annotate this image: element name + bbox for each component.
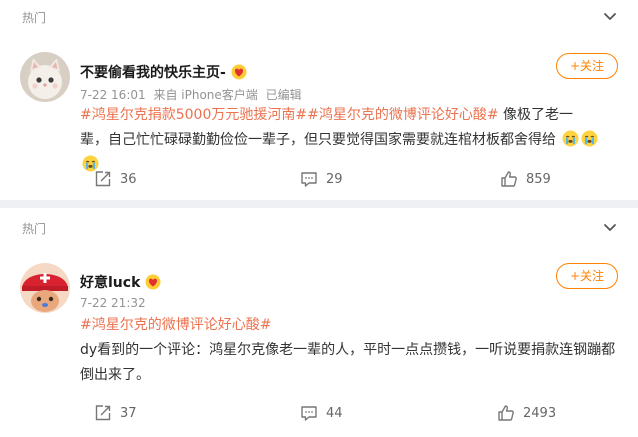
- like-button[interactable]: 859: [500, 170, 551, 188]
- comment-icon: [301, 406, 317, 421]
- thumbs-up-icon: [501, 171, 517, 187]
- repost-icon: [95, 171, 111, 187]
- comment-button[interactable]: 44: [300, 404, 343, 422]
- comment-button[interactable]: 29: [300, 170, 343, 188]
- section-label-hot: 热门: [22, 11, 47, 25]
- post-body: #鸿星尔克的微博评论好心酸# dy看到的一个评论：鸿星尔克像老一辈的人，平时一点…: [80, 313, 615, 388]
- username-text[interactable]: 好意luck: [80, 275, 140, 291]
- weibo-post-card: 热门 好意luck 7-22 21:32 +关注 #鸿星尔克的微博评论好心酸# …: [0, 208, 638, 437]
- hashtag-link[interactable]: #鸿星尔克的微博评论好心酸#: [307, 107, 498, 123]
- comment-count: 44: [326, 405, 343, 421]
- repost-button[interactable]: 37: [94, 404, 137, 422]
- weibo-post-card: 热门 不要偷看我的快乐主页- 7-22 16:01 来自 iPhone客户端 已…: [0, 0, 638, 200]
- crying-face-icon: [562, 130, 579, 147]
- like-count: 2493: [523, 405, 557, 421]
- thumbs-up-icon: [498, 405, 514, 421]
- avatar[interactable]: [20, 52, 70, 102]
- username[interactable]: 好意luck: [80, 272, 161, 292]
- repost-icon: [95, 405, 111, 421]
- post-time[interactable]: 7-22 16:01: [80, 88, 146, 102]
- post-body: #鸿星尔克捐款5000万元驰援河南##鸿星尔克的微博评论好心酸# 像极了老一辈，…: [80, 103, 600, 178]
- comment-icon: [301, 172, 317, 187]
- like-button[interactable]: 2493: [497, 404, 556, 422]
- edited-label[interactable]: 已编辑: [266, 88, 302, 102]
- post-time[interactable]: 7-22 21:32: [80, 296, 146, 310]
- username[interactable]: 不要偷看我的快乐主页-: [80, 62, 247, 82]
- section-label-hot: 热门: [22, 222, 47, 236]
- comment-count: 29: [326, 171, 343, 187]
- post-meta: 7-22 21:32: [80, 296, 150, 310]
- follow-button[interactable]: +关注: [556, 53, 618, 79]
- post-source: 来自 iPhone客户端: [153, 88, 258, 102]
- plus-icon: +: [569, 59, 581, 73]
- post-text-line: dy看到的一个评论：鸿星尔克像老一辈的人，平时一点点攒钱，一听说要捐款连钢蹦都: [80, 342, 616, 358]
- like-count: 859: [526, 171, 551, 187]
- username-text[interactable]: 不要偷看我的快乐主页-: [80, 65, 226, 81]
- vip-heart-badge-icon: [231, 64, 247, 80]
- plus-icon: +: [569, 269, 581, 283]
- post-text-line: 倒出来了。: [80, 367, 150, 383]
- crying-face-icon: [581, 130, 598, 147]
- hashtag-link[interactable]: #鸿星尔克捐款5000万元驰援河南#: [80, 107, 307, 123]
- hashtag-link[interactable]: #鸿星尔克的微博评论好心酸#: [80, 317, 271, 333]
- repost-button[interactable]: 36: [94, 170, 137, 188]
- repost-count: 37: [120, 405, 137, 421]
- vip-heart-badge-icon: [145, 274, 161, 290]
- chevron-down-icon[interactable]: [602, 8, 618, 24]
- avatar[interactable]: [20, 263, 70, 313]
- follow-button[interactable]: +关注: [556, 263, 618, 289]
- repost-count: 36: [120, 171, 137, 187]
- chevron-down-icon[interactable]: [602, 219, 618, 235]
- post-meta: 7-22 16:01 来自 iPhone客户端 已编辑: [80, 86, 306, 103]
